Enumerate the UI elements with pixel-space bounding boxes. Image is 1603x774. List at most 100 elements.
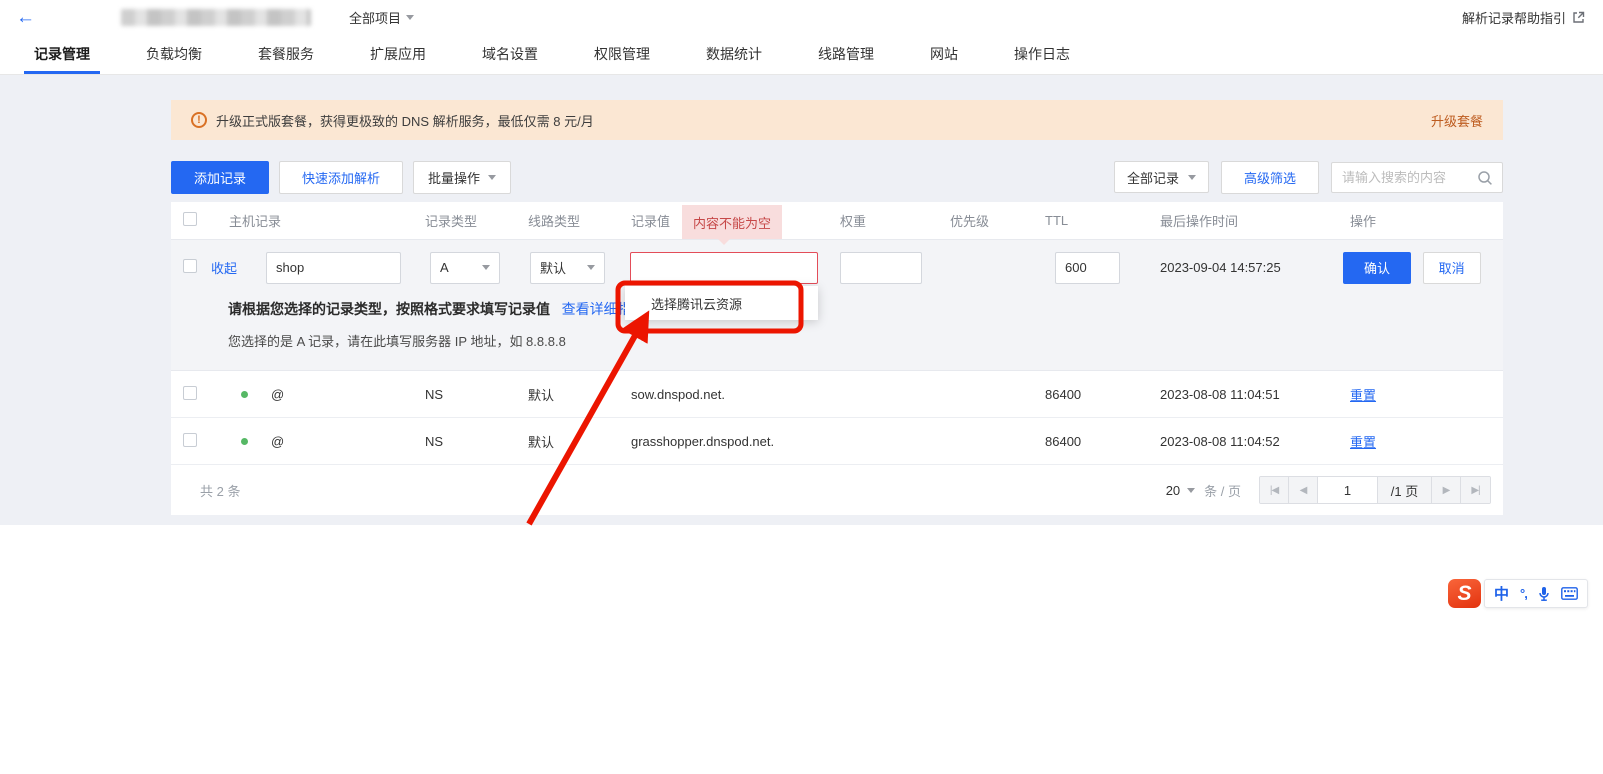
next-page-button[interactable]: ▶ (1432, 476, 1461, 504)
tab-domain-settings[interactable]: 域名设置 (476, 34, 544, 74)
status-enabled-dot (241, 391, 248, 398)
pagination: 20 条 / 页 |◀ ◀ /1 页 ▶ ▶| (1166, 476, 1491, 504)
row-time: 2023-08-08 11:04:51 (1121, 387, 1321, 402)
collapse-link[interactable]: 收起 (211, 258, 237, 277)
record-value-input[interactable] (630, 252, 818, 284)
chevron-down-icon (587, 265, 595, 270)
upgrade-plan-link[interactable]: 升级套餐 (1431, 111, 1483, 130)
row-host: @ (271, 434, 284, 449)
chevron-down-icon (488, 175, 496, 180)
line-type-select[interactable]: 默认 (530, 252, 605, 284)
tab-website[interactable]: 网站 (924, 34, 964, 74)
search-box (1331, 162, 1503, 193)
first-page-button[interactable]: |◀ (1260, 476, 1289, 504)
row-time: 2023-08-08 11:04:52 (1121, 434, 1321, 449)
header-last-operation-time: 最后操作时间 (1121, 211, 1321, 230)
ttl-input[interactable] (1055, 252, 1120, 284)
row-checkbox[interactable] (183, 259, 197, 273)
tab-extended-apps[interactable]: 扩展应用 (364, 34, 432, 74)
total-count-label: 共 2 条 (200, 481, 240, 500)
microphone-icon[interactable] (1538, 586, 1550, 602)
warning-icon: ! (191, 112, 207, 128)
record-edit-zone: 收起 A 默认 (171, 240, 1503, 371)
table-header-row: 主机记录 记录类型 线路类型 记录值 权重 优先级 TTL 最后操作时间 操作 (171, 202, 1503, 240)
select-all-checkbox[interactable] (183, 212, 197, 226)
chevron-down-icon (482, 265, 490, 270)
tencent-cloud-resource-option[interactable]: 选择腾讯云资源 (625, 286, 818, 320)
search-input[interactable] (1342, 170, 1480, 185)
header-record-type: 记录类型 (401, 211, 506, 230)
row-ttl: 86400 (1016, 387, 1121, 402)
search-icon[interactable] (1477, 170, 1493, 186)
tab-plan-service[interactable]: 套餐服务 (252, 34, 320, 74)
help-guide-link[interactable]: 解析记录帮助指引 (1462, 8, 1585, 27)
confirm-button[interactable]: 确认 (1343, 252, 1411, 284)
header-weight: 权重 (821, 211, 921, 230)
help-guide-label: 解析记录帮助指引 (1462, 8, 1566, 27)
validation-error-tooltip: 内容不能为空 (682, 205, 782, 239)
row-record-value: sow.dnspod.net. (611, 387, 821, 402)
weight-input[interactable] (840, 252, 922, 284)
advanced-filter-button[interactable]: 高级筛选 (1221, 161, 1319, 194)
tab-record-management[interactable]: 记录管理 (28, 34, 96, 74)
record-toolbar: 添加记录 快速添加解析 批量操作 全部记录 高级筛选 (171, 160, 1503, 194)
row-record-type: NS (401, 434, 506, 449)
edit-row-time: 2023-09-04 14:57:25 (1121, 260, 1321, 275)
reset-link[interactable]: 重置 (1350, 435, 1376, 450)
per-page-label: 条 / 页 (1204, 481, 1241, 500)
add-record-button[interactable]: 添加记录 (171, 161, 269, 194)
back-arrow-icon[interactable]: ← (16, 8, 35, 27)
header-operations: 操作 (1321, 211, 1503, 230)
top-bar: ← 全部项目 解析记录帮助指引 (0, 0, 1603, 34)
cancel-button[interactable]: 取消 (1423, 252, 1481, 284)
table-row: @ NS 默认 grasshopper.dnspod.net. 86400 20… (171, 418, 1503, 465)
project-filter-dropdown[interactable]: 全部项目 (349, 8, 414, 27)
toolbar-right: 全部记录 高级筛选 (1114, 161, 1503, 194)
page-number-input[interactable] (1318, 476, 1378, 504)
table-row: @ NS 默认 sow.dnspod.net. 86400 2023-08-08… (171, 371, 1503, 418)
tab-line-management[interactable]: 线路管理 (812, 34, 880, 74)
row-checkbox[interactable] (183, 386, 197, 400)
project-filter-label: 全部项目 (349, 8, 401, 27)
ime-language-toggle[interactable]: 中 (1494, 583, 1509, 604)
line-type-value: 默认 (540, 258, 566, 277)
quick-add-button[interactable]: 快速添加解析 (279, 161, 403, 194)
help-description: 您选择的是 A 记录，请在此填写服务器 IP 地址，如 8.8.8.8 (228, 331, 1503, 350)
tab-operation-log[interactable]: 操作日志 (1008, 34, 1076, 74)
status-enabled-dot (241, 438, 248, 445)
chevron-down-icon (1188, 175, 1196, 180)
last-page-button[interactable]: ▶| (1461, 476, 1490, 504)
batch-operation-dropdown[interactable]: 批量操作 (413, 161, 511, 194)
upgrade-banner-text: 升级正式版套餐，获得更极致的 DNS 解析服务，最低仅需 8 元/月 (216, 111, 594, 130)
ime-bar: 中 °, (1484, 579, 1588, 608)
tab-permission-management[interactable]: 权限管理 (588, 34, 656, 74)
header-priority: 优先级 (921, 211, 1016, 230)
record-filter-dropdown[interactable]: 全部记录 (1114, 161, 1209, 193)
prev-page-button[interactable]: ◀ (1289, 476, 1318, 504)
page-size-dropdown[interactable]: 20 (1166, 483, 1195, 498)
row-record-value: grasshopper.dnspod.net. (611, 434, 821, 449)
ime-widget: S 中 °, (1448, 579, 1588, 608)
table-footer: 共 2 条 20 条 / 页 |◀ ◀ /1 页 ▶ ▶| (171, 465, 1503, 515)
record-type-select[interactable]: A (430, 252, 500, 284)
header-ttl: TTL (1016, 213, 1121, 228)
header-host: 主机记录 (211, 211, 401, 230)
record-edit-row: 收起 A 默认 (171, 240, 1503, 295)
header-line-type: 线路类型 (506, 211, 611, 230)
row-checkbox[interactable] (183, 433, 197, 447)
tab-load-balancing[interactable]: 负载均衡 (140, 34, 208, 74)
row-line-type: 默认 (506, 432, 611, 451)
row-host: @ (271, 387, 284, 402)
tab-data-statistics[interactable]: 数据统计 (700, 34, 768, 74)
host-record-input[interactable] (266, 252, 401, 284)
tab-bar: 记录管理 负载均衡 套餐服务 扩展应用 域名设置 权限管理 数据统计 线路管理 … (0, 34, 1603, 75)
record-value-help: 请根据您选择的记录类型，按照格式要求填写记录值 查看详细指引 您选择的是 A 记… (171, 295, 1503, 370)
keyboard-icon[interactable] (1561, 587, 1578, 600)
row-record-type: NS (401, 387, 506, 402)
sogou-logo-icon[interactable]: S (1448, 579, 1481, 608)
reset-link[interactable]: 重置 (1350, 388, 1376, 403)
upgrade-banner: ! 升级正式版套餐，获得更极致的 DNS 解析服务，最低仅需 8 元/月 升级套… (171, 100, 1503, 140)
record-type-value: A (440, 260, 449, 275)
chevron-down-icon (406, 15, 414, 20)
ime-punctuation-toggle[interactable]: °, (1520, 586, 1527, 601)
